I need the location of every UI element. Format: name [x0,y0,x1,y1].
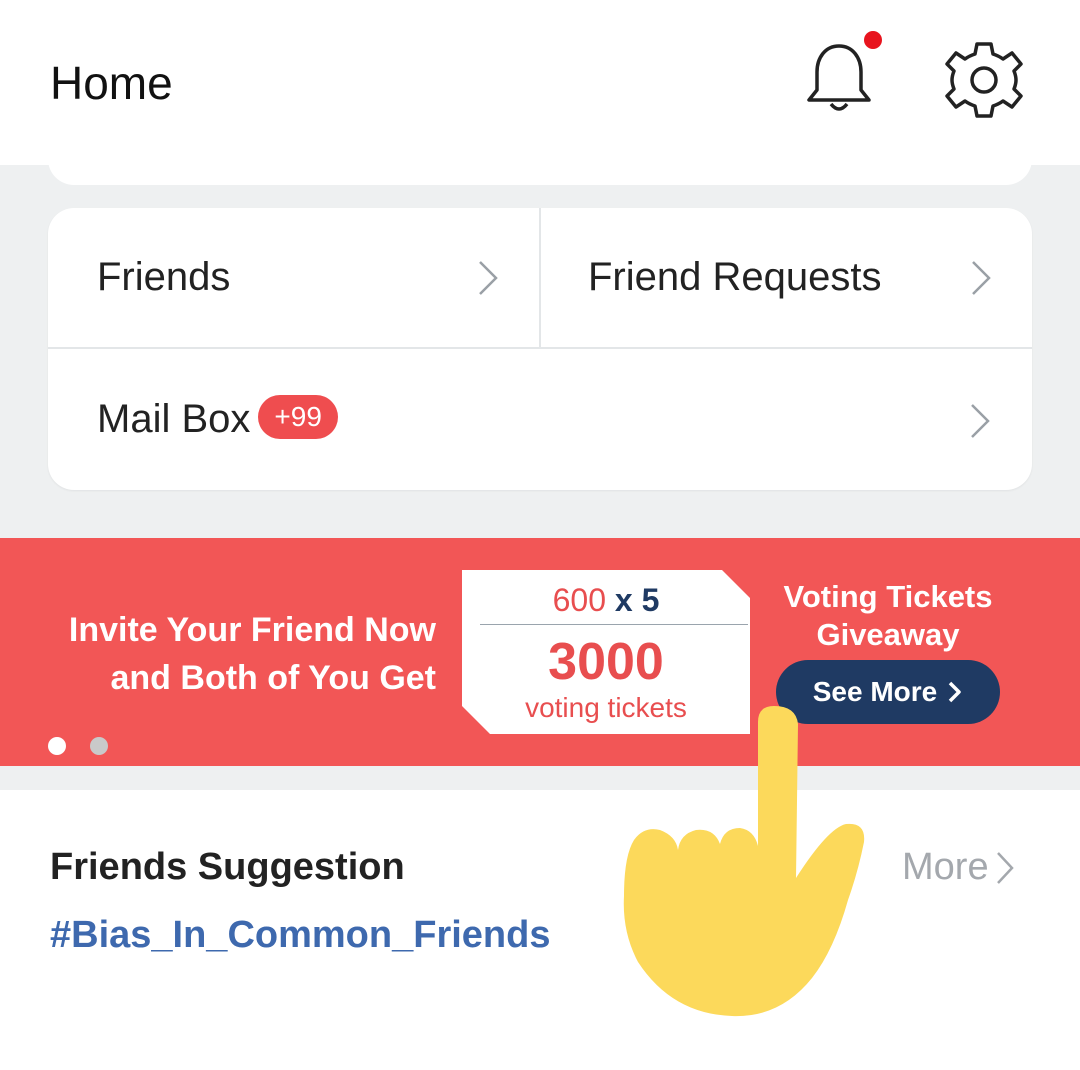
carousel-dot[interactable] [90,737,108,755]
bell-icon[interactable] [803,40,875,116]
section-title: Friends Suggestion [50,846,405,888]
chevron-right-icon [996,851,1014,884]
mailbox-button[interactable]: Mail Box +99 [48,349,1032,490]
ticket-amount: 600 [552,582,606,618]
previous-card-bottom [48,145,1032,185]
top-bar: Home [0,0,1080,165]
chevron-right-icon [949,681,961,703]
mailbox-count-badge: +99 [258,394,338,439]
event-line-1: Voting Tickets [783,579,993,614]
gear-icon[interactable] [944,40,1024,120]
chevron-right-icon [972,261,991,295]
promo-banner[interactable]: Invite Your Friend Now and Both of You G… [0,538,1080,766]
banner-line-2: and Both of You Get [110,659,437,697]
chevron-right-icon [971,404,990,438]
see-more-label: See More [812,676,938,707]
banner-invite-text: Invite Your Friend Now and Both of You G… [69,606,436,702]
ticket-total: 3000 [548,633,664,691]
mailbox-label: Mail Box [97,397,251,441]
page-title: Home [50,57,173,109]
notification-dot [864,31,882,49]
banner-line-1: Invite Your Friend Now [68,611,436,649]
ticket-divider [480,624,748,625]
more-label: More [902,846,989,888]
ticket-formula: 600 x 5 [462,582,750,619]
section-separator [0,766,1080,790]
hashtag-link[interactable]: #Bias_In_Common_Friends [50,914,550,957]
friend-requests-label: Friend Requests [588,255,882,299]
friends-label: Friends [97,255,231,299]
ticket-multiplier: x 5 [614,582,660,618]
ticket-unit: voting tickets [525,692,687,723]
friends-button[interactable]: Friends [48,208,539,347]
more-link[interactable]: More [902,846,1015,889]
carousel-dot-active[interactable] [48,737,66,755]
see-more-button[interactable]: See More [776,660,1000,724]
friend-requests-button[interactable]: Friend Requests [541,208,1032,347]
chevron-right-icon [479,261,498,295]
menu-card: Friends Friend Requests Mail Box +99 [48,208,1032,490]
